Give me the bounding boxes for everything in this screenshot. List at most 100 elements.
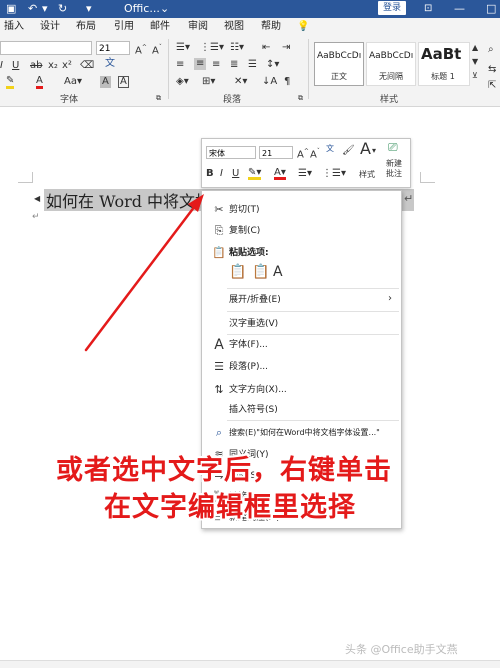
ribbon-tabs: 插入 设计 布局 引用 邮件 审阅 视图 帮助 💡 [0,18,500,36]
mini-styles-dropdown-icon[interactable]: ▾ [372,145,376,157]
tab-help[interactable]: 帮助 [261,20,281,34]
font-name-input[interactable] [0,41,92,55]
style-normal[interactable]: AaBbCcDı 正文 [314,42,364,86]
shading-icon[interactable]: ◈▾ [176,76,189,88]
style-no-spacing[interactable]: AaBbCcDı 无间隔 [366,42,416,86]
mini-font-size-input[interactable]: 21 [259,146,293,159]
chinese-layout-icon[interactable]: ✕▾ [234,76,247,88]
increase-indent-icon[interactable]: ⇥ [282,42,290,54]
minimize-icon[interactable]: — [454,2,465,16]
annotation-text-line-2: 在文字编辑框里选择 [104,492,356,523]
save-icon[interactable]: ▣ [6,2,16,16]
menu-item-cut[interactable]: ✂ 剪切(T) [202,201,401,219]
superscript-icon[interactable]: x² [62,60,72,72]
shrink-font-icon[interactable]: Aˇ [152,42,162,57]
mini-italic-icon[interactable]: I [220,168,223,180]
mini-phonetic-guide-icon[interactable]: 文 [326,143,334,155]
mini-font-color-icon[interactable]: A▾ [274,168,286,180]
menu-item-expand-collapse[interactable]: 展开/折叠(E) › [202,291,401,309]
show-marks-icon[interactable]: ¶ [284,76,290,88]
margin-corner-mark [18,172,33,183]
watermark: 头条 @Office助手文燕 [345,643,458,656]
mini-grow-font-icon[interactable]: A^ [297,146,309,161]
mini-highlight-icon[interactable]: ✎▾ [248,168,262,180]
ribbon: 21 A^ Aˇ I U ab x₂ x² ⌫ 文 ✎ A Aa▾ A A 字体… [0,36,500,107]
font-size-input[interactable]: 21 [96,41,130,55]
borders-icon[interactable]: ⊞▾ [202,76,215,88]
font-dialog-launcher-icon[interactable]: ⧉ [156,92,161,104]
paste-text-only-icon[interactable]: A [273,264,283,280]
mini-bullets-icon[interactable]: ☰▾ [298,168,312,180]
styles-more-icon[interactable]: ⊻ [472,70,478,82]
tab-design[interactable]: 设计 [40,20,60,34]
clear-format-icon[interactable]: ⌫ [80,60,94,72]
title-dropdown-icon[interactable]: ⌄ [160,2,169,16]
numbering-icon[interactable]: ⋮☰▾ [200,42,224,54]
mini-underline-icon[interactable]: U [232,168,239,180]
clipboard-icon: 📋 [212,246,226,259]
mini-numbering-icon[interactable]: ⋮☰▾ [322,168,346,180]
subscript-icon[interactable]: x₂ [48,60,58,72]
phonetic-guide-icon[interactable]: 文 [105,58,115,70]
restore-icon[interactable]: □ [486,2,496,16]
align-center-icon[interactable]: ≡ [194,58,207,70]
editing-replace-icon[interactable]: ⇆ [488,64,496,76]
text-direction-icon: ⇅ [214,383,224,396]
styles-scroll-down-icon[interactable]: ▼ [472,56,478,68]
editing-select-icon[interactable]: ⇱ [488,80,496,92]
character-border-icon[interactable]: A [118,76,129,88]
tab-view[interactable]: 视图 [224,20,244,34]
ribbon-display-icon[interactable]: ⊡ [424,2,432,16]
tab-mailings[interactable]: 邮件 [150,20,170,34]
undo-dropdown-icon[interactable]: ▾ [42,2,48,16]
mini-font-name-input[interactable]: 宋体 [206,146,256,159]
redo-icon[interactable]: ↻ [58,2,67,16]
tab-references[interactable]: 引用 [114,20,134,34]
sort-icon[interactable]: ↓A [262,76,277,88]
strikethrough-icon[interactable]: ab [30,60,42,72]
paste-keep-source-icon[interactable]: 📋 [229,264,246,280]
change-case-icon[interactable]: Aa▾ [64,76,82,88]
style-heading-1[interactable]: AaBt 标题 1 [418,42,470,86]
editing-search-icon[interactable]: ⌕ [488,44,494,56]
character-shading-icon[interactable]: A [100,76,111,88]
mini-toolbar: 宋体 21 A^ Aˇ 文 🖌 B I U ✎▾ A▾ ☰▾ ⋮☰▾ A ▾ 样… [201,138,411,188]
menu-item-insert-symbol[interactable]: 插入符号(S) [202,401,401,419]
justify-icon[interactable]: ≣ [230,59,238,71]
menu-item-hanzi-reconvert[interactable]: 汉字重选(V) [202,315,401,333]
paragraph-return-mark: ↵ [404,192,414,205]
menu-item-font[interactable]: A 字体(F)... [202,336,401,354]
mini-shrink-font-icon[interactable]: Aˇ [310,146,320,161]
lightbulb-icon[interactable]: 💡 [297,20,309,34]
align-right-icon[interactable]: ≡ [212,59,220,71]
font-color-icon[interactable]: A [36,76,43,89]
italic-icon[interactable]: I [0,60,3,72]
customize-qat-icon[interactable]: ▾ [86,2,92,16]
line-spacing-icon[interactable]: ↕▾ [266,59,279,71]
styles-scroll-up-icon[interactable]: ▲ [472,42,478,54]
menu-item-search[interactable]: ⌕ 搜索(E)"如何在Word中将文档字体设置..." [202,424,401,442]
menu-item-copy[interactable]: ⎘ 复制(C) [202,222,401,240]
menu-item-paragraph[interactable]: ☰ 段落(P)... [202,358,401,376]
distributed-icon[interactable]: ☰ [248,59,257,71]
paste-merge-format-icon[interactable]: 📋 [252,264,269,280]
undo-icon[interactable]: ↶ [28,2,37,16]
mini-format-painter-icon[interactable]: 🖌 [342,145,355,157]
mini-bold-icon[interactable]: B [206,168,214,180]
text-highlight-icon[interactable]: ✎ [6,76,15,89]
menu-item-text-direction[interactable]: ⇅ 文字方向(X)... [202,381,401,399]
paragraph-dialog-launcher-icon[interactable]: ⧉ [298,92,303,104]
bullets-icon[interactable]: ☰▾ [176,42,190,54]
tab-layout[interactable]: 布局 [76,20,96,34]
tab-review[interactable]: 审阅 [188,20,208,34]
login-button[interactable]: 登录 [378,1,406,15]
grow-font-icon[interactable]: A^ [135,42,147,57]
underline-icon[interactable]: U [12,60,19,72]
paragraph-marker-icon: ◀ [34,194,41,203]
mini-styles-icon[interactable]: A [360,141,371,157]
decrease-indent-icon[interactable]: ⇤ [262,42,270,54]
align-left-icon[interactable]: ≡ [176,59,184,71]
tab-insert[interactable]: 插入 [4,20,24,34]
multilevel-list-icon[interactable]: ☷▾ [230,42,244,54]
mini-new-comment-icon[interactable]: ⎚ [388,141,398,153]
